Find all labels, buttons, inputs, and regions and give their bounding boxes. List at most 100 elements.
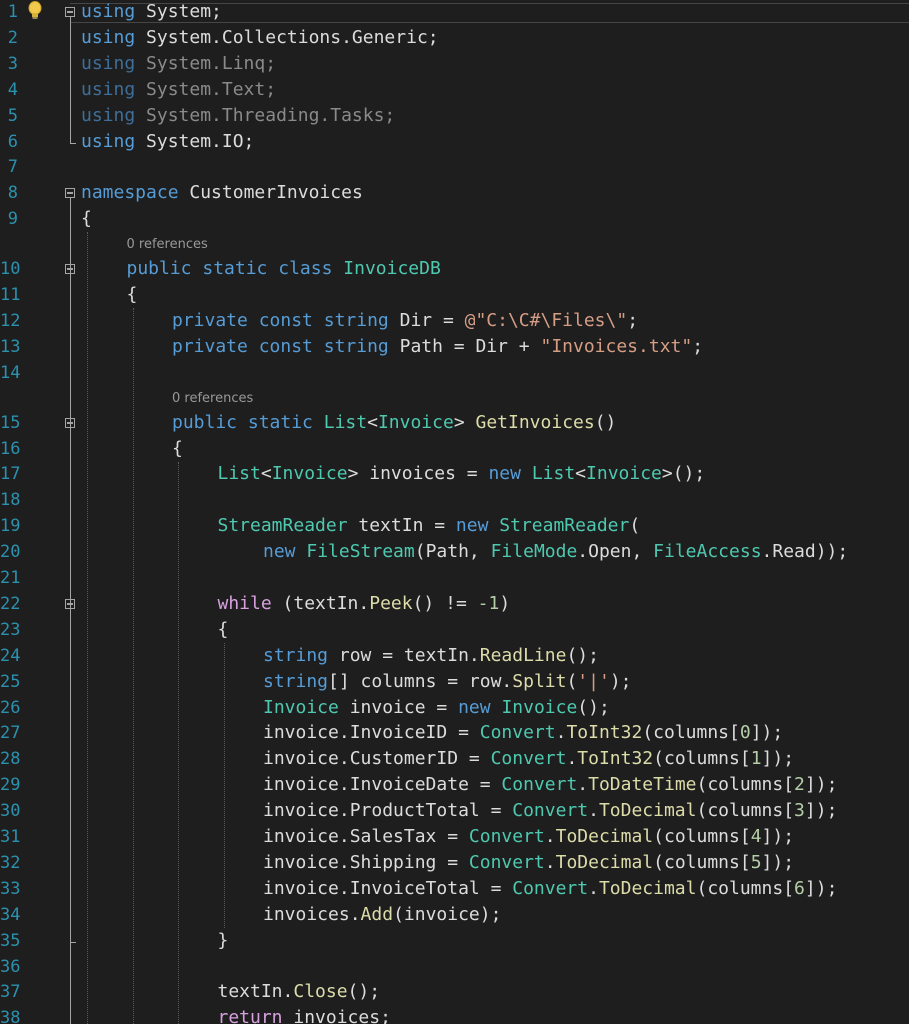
code-token: Invoice — [263, 696, 339, 718]
code-line[interactable]: 7 — [0, 154, 909, 180]
code-editor[interactable]: 1 using System; 2 using System.Collections.… — [0, 0, 909, 1024]
code-token: (Path, — [414, 541, 491, 563]
code-line[interactable]: 10 public static class InvoiceDB — [0, 256, 909, 282]
code-token: new — [263, 541, 296, 563]
code-line[interactable]: 2 using System.Collections.Generic; — [0, 25, 909, 51]
line-number: 33 — [0, 878, 21, 899]
code-token: 3 — [794, 800, 805, 822]
code-line[interactable]: 11 { — [0, 282, 909, 308]
code-text: invoice.InvoiceTotal = Convert.ToDecimal… — [263, 876, 837, 902]
code-line[interactable]: 27 invoice.InvoiceID = Convert.ToInt32(co… — [0, 720, 909, 746]
code-token: System.Threading.Tasks; — [135, 104, 396, 126]
code-text: return invoices; — [218, 1005, 391, 1024]
code-token: Invoice — [271, 463, 348, 485]
code-text: StreamReader textIn = new StreamReader( — [218, 513, 641, 539]
code-token: 0 — [739, 722, 751, 744]
code-text: { — [218, 617, 229, 643]
code-token: invoice.ProductTotal = — [263, 800, 513, 822]
code-text: while (textIn.Peek() != -1) — [218, 591, 511, 617]
code-text: invoice.InvoiceDate = Convert.ToDateTime… — [263, 772, 837, 798]
code-line[interactable]: 30 invoice.ProductTotal = Convert.ToDecim… — [0, 798, 909, 824]
code-line[interactable]: 22 while (textIn.Peek() != -1) — [0, 591, 909, 617]
code-token: . — [544, 851, 556, 873]
code-line[interactable]: 21 — [0, 565, 909, 591]
collapse-icon[interactable] — [65, 7, 75, 17]
code-token: () — [594, 411, 617, 433]
code-token: '|' — [577, 670, 610, 692]
indent-guide — [133, 308, 134, 1024]
code-token: Convert — [479, 722, 556, 744]
code-line[interactable]: 12 private const string Dir = @"C:\C#\Fil… — [0, 308, 909, 334]
code-token: static — [202, 258, 268, 280]
code-line[interactable]: 4 using System.Text; — [0, 77, 909, 103]
code-text: using System.Collections.Generic; — [81, 25, 439, 51]
code-token: () != — [412, 592, 478, 614]
code-token: StreamReader — [217, 515, 348, 537]
code-token: Invoice — [377, 411, 454, 433]
code-line[interactable]: 28 invoice.CustomerID = Convert.ToInt32(c… — [0, 746, 909, 772]
line-number: 19 — [0, 516, 21, 537]
line-number: 2 — [7, 27, 18, 48]
code-token: textIn. — [217, 981, 294, 1003]
code-token: (columns[ — [653, 851, 751, 873]
code-line[interactable]: 23 { — [0, 617, 909, 643]
code-line[interactable]: 32 invoice.Shipping = Convert.ToDecimal(c… — [0, 850, 909, 876]
line-number: 16 — [0, 438, 21, 459]
line-number: 28 — [0, 749, 21, 770]
code-token: ToDateTime — [588, 774, 697, 796]
code-token: class — [278, 258, 333, 280]
line-number: 18 — [0, 490, 21, 511]
code-token: InvoiceDB — [343, 258, 441, 280]
code-line[interactable]: 25 string[] columns = row.Split('|'); — [0, 669, 909, 695]
collapse-icon[interactable] — [65, 188, 75, 199]
code-line[interactable]: 18 — [0, 487, 909, 513]
code-line[interactable]: 3 using System.Linq; — [0, 51, 909, 77]
code-token: . — [544, 826, 556, 847]
code-line[interactable]: 26 Invoice invoice = new Invoice(); — [0, 695, 909, 721]
code-line[interactable]: 36 — [0, 954, 909, 980]
code-token: public — [126, 258, 192, 280]
code-line[interactable]: 31 invoice.SalesTax = Convert.ToDecimal(c… — [0, 824, 909, 850]
code-text: using System.Threading.Tasks; — [81, 103, 395, 129]
code-line[interactable]: 13 private const string Path = Dir + "Inv… — [0, 334, 909, 360]
code-token: System.Linq; — [135, 52, 277, 74]
code-line[interactable]: 19 StreamReader textIn = new StreamReader… — [0, 513, 909, 539]
code-line[interactable]: 20 new FileStream(Path, FileMode.Open, Fi… — [0, 539, 909, 565]
code-line[interactable]: 5 using System.Threading.Tasks; — [0, 103, 909, 129]
codelens-references[interactable]: 0 references — [172, 391, 253, 407]
code-token: ]); — [761, 851, 795, 873]
code-line[interactable]: 8 namespace CustomerInvoices — [0, 180, 909, 206]
code-line[interactable]: 17 List<Invoice> invoices = new List<Invo… — [0, 461, 909, 487]
code-token: . — [577, 774, 589, 796]
code-token: > invoices = — [347, 463, 489, 485]
code-token: static — [247, 411, 313, 433]
code-line[interactable]: 24 string row = textIn.ReadLine(); — [0, 643, 909, 669]
code-line[interactable]: 1 using System; — [0, 0, 909, 25]
line-number: 30 — [0, 801, 21, 822]
code-token: using — [81, 1, 136, 22]
code-line[interactable]: 33 invoice.InvoiceTotal = Convert.ToDecim… — [0, 876, 909, 902]
line-number: 21 — [0, 568, 21, 588]
code-line[interactable]: 9{ — [0, 206, 909, 232]
code-line[interactable]: 14 — [0, 360, 909, 386]
code-token: 1 — [750, 748, 762, 770]
code-token: private — [172, 335, 248, 357]
code-line[interactable]: 34 invoices.Add(invoice); — [0, 902, 909, 928]
code-line[interactable]: 38 return invoices; — [0, 1005, 909, 1024]
line-number: 1 — [7, 2, 18, 22]
codelens-references[interactable]: 0 references — [127, 237, 208, 253]
code-token: string — [323, 309, 389, 331]
code-line[interactable]: 35} — [0, 928, 909, 954]
code-token: System; — [135, 1, 222, 22]
code-line[interactable]: 29 invoice.InvoiceDate = Convert.ToDateTi… — [0, 772, 909, 798]
code-line[interactable]: 16 { — [0, 436, 909, 462]
code-line[interactable]: 15 public static List<Invoice> GetInvoice… — [0, 410, 909, 436]
code-line[interactable]: 6 using System.IO; — [0, 129, 909, 155]
code-token: invoice.InvoiceDate = — [263, 774, 502, 796]
code-line[interactable]: 37 textIn.Close(); — [0, 979, 909, 1005]
code-text: private const string Dir = @"C:\C#\Files… — [172, 308, 638, 334]
